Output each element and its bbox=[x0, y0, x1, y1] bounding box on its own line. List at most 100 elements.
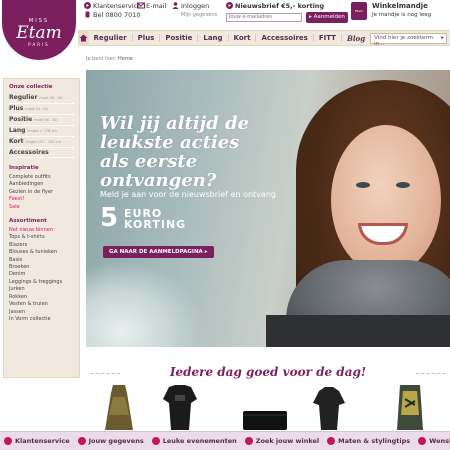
hero-subtitle: Meld je aan voor de nieuwsbrief en ontva… bbox=[100, 190, 276, 199]
sidebar-item-regulier[interactable]: Regulier maat 36 - 46 bbox=[9, 93, 74, 104]
footer-link-account[interactable]: Jouw gegevens bbox=[74, 437, 148, 445]
nav-item-positie[interactable]: Positie bbox=[160, 34, 199, 42]
sidebar-link-sale[interactable]: Sale bbox=[9, 204, 74, 211]
hero-korting: KORTING bbox=[124, 218, 187, 231]
customer-service[interactable]: Klantenservice Bel 0800 7010 bbox=[84, 2, 141, 20]
sidebar-item-size: maat 44 - 54 bbox=[25, 107, 48, 111]
sidebar-link-feest[interactable]: Feest! bbox=[9, 196, 74, 203]
footer-link-events[interactable]: Leuke evenementen bbox=[148, 437, 241, 445]
shopping-bag-icon[interactable]: Etam bbox=[351, 2, 367, 20]
sidebar-link[interactable]: Leggings & treggings bbox=[9, 279, 74, 286]
sidebar-link[interactable]: Rokken bbox=[9, 294, 74, 301]
breadcrumb-current[interactable]: Home bbox=[118, 56, 133, 62]
sidebar-item-label: Positie bbox=[9, 116, 33, 123]
footer-link-label: Zoek jouw winkel bbox=[255, 437, 320, 445]
arrow-icon bbox=[226, 2, 233, 9]
user-icon bbox=[172, 2, 179, 9]
newsletter-email-input[interactable] bbox=[226, 12, 302, 22]
search-placeholder: Vind hier je zoekterm in... bbox=[374, 34, 433, 47]
search-icon bbox=[244, 437, 253, 445]
hero-model-face bbox=[331, 125, 441, 275]
sidebar-item-accessoires[interactable]: Accessoires bbox=[9, 148, 74, 158]
hero-title: Wil jij altijd de leukste acties als eer… bbox=[100, 113, 250, 191]
sidebar-item-label: Accessoires bbox=[9, 149, 49, 156]
login-sub: Mijn gegevens bbox=[181, 12, 218, 18]
cart-label: Winkelmandje bbox=[372, 2, 428, 10]
sidebar-link[interactable]: Broeken bbox=[9, 264, 74, 271]
newsletter-signup: Nieuwsbrief €5,- korting ▸ Aanmelden bbox=[226, 2, 348, 23]
sidebar-link[interactable]: In Vorm collectie bbox=[9, 316, 74, 323]
phone-icon bbox=[84, 11, 91, 18]
inspiration-heading: Inspiratie bbox=[9, 165, 39, 171]
customer-service-label: Klantenservice bbox=[93, 2, 142, 10]
sidebar-link[interactable]: Jurken bbox=[9, 286, 74, 293]
search-arrow-icon[interactable]: ▸ bbox=[441, 35, 444, 41]
sidebar-item-kort[interactable]: Kort lengte 157 - 164 cm bbox=[9, 137, 74, 148]
sidebar-item-plus[interactable]: Plus maat 44 - 54 bbox=[9, 104, 74, 115]
footer-link-store-locator[interactable]: Zoek jouw winkel bbox=[241, 437, 323, 445]
footer-link-label: Wenslijst bbox=[429, 437, 450, 445]
footer-link-label: Leuke evenementen bbox=[162, 437, 237, 445]
sidebar-link[interactable]: Vesten & truien bbox=[9, 301, 74, 308]
sidebar-link[interactable]: Tops & t-shirts bbox=[9, 234, 74, 241]
sidebar: Onze collectie Regulier maat 36 - 46 Plus… bbox=[3, 78, 80, 378]
sidebar-item-size: maat 36 - 46 bbox=[39, 96, 62, 100]
hero-banner[interactable]: Wil jij altijd de leukste acties als eer… bbox=[86, 70, 450, 347]
newsletter-submit-label: Aanmelden bbox=[313, 14, 345, 20]
sidebar-item-lang[interactable]: Lang lengte > 178 cm bbox=[9, 126, 74, 137]
sidebar-item-size: lengte > 178 cm bbox=[27, 129, 57, 133]
nav-item-lang[interactable]: Lang bbox=[198, 34, 229, 42]
footer-bar: Klantenservice Jouw gegevens Leuke evene… bbox=[0, 431, 450, 450]
nav-item-regulier[interactable]: Regulier bbox=[89, 34, 133, 42]
home-icon[interactable] bbox=[78, 30, 89, 46]
arrow-icon: ▸ bbox=[204, 249, 208, 255]
sidebar-link[interactable]: Gezien in de flyer bbox=[9, 189, 74, 196]
hero-model-coat bbox=[266, 315, 450, 347]
sidebar-item-size: lengte 157 - 164 cm bbox=[25, 140, 62, 144]
product-black-blouse[interactable] bbox=[313, 385, 345, 430]
nav-item-plus[interactable]: Plus bbox=[133, 34, 161, 42]
breadcrumb-prefix: Je bent hier: bbox=[86, 56, 117, 62]
footer-link-label: Maten & stylingtips bbox=[338, 437, 411, 445]
sidebar-link[interactable]: Blouses & tunieken bbox=[9, 249, 74, 256]
login-link[interactable]: Inloggen Mijn gegevens bbox=[172, 2, 217, 20]
sidebar-link[interactable]: Jassen bbox=[9, 309, 74, 316]
cart-status: Je mandje is nog leeg bbox=[372, 12, 432, 18]
cta-label: GA NAAR DE AANMELDPAGINA bbox=[109, 249, 203, 255]
hero-discount-amount: 5 bbox=[100, 203, 119, 233]
footer-link-sizes[interactable]: Maten & stylingtips bbox=[323, 437, 414, 445]
sidebar-link[interactable]: Aanbiedingen bbox=[9, 181, 74, 188]
nav-item-accessoires[interactable]: Accessoires bbox=[256, 34, 314, 42]
sidebar-item-label: Regulier bbox=[9, 94, 38, 101]
sidebar-link[interactable]: Blazers bbox=[9, 242, 74, 249]
footer-link-wishlist[interactable]: Wenslijst bbox=[414, 437, 450, 445]
newsletter-submit-button[interactable]: ▸ Aanmelden bbox=[306, 12, 348, 23]
signup-cta-button[interactable]: GA NAAR DE AANMELDPAGINA ▸ bbox=[103, 246, 214, 258]
hero-model-eye bbox=[356, 182, 370, 188]
product-dress-print[interactable] bbox=[103, 385, 135, 430]
phone-number: Bel 0800 7010 bbox=[93, 11, 141, 19]
sidebar-item-positie[interactable]: Positie maat 36 - 48 bbox=[9, 115, 74, 126]
hero-discount-text: EURO KORTING bbox=[124, 208, 186, 230]
footer-link-customer-service[interactable]: Klantenservice bbox=[0, 437, 74, 445]
sidebar-link[interactable]: Complete outfits bbox=[9, 174, 74, 181]
nav-item-blog[interactable]: Blog bbox=[342, 34, 370, 43]
sidebar-link[interactable]: Denim bbox=[9, 271, 74, 278]
email-link[interactable]: E-mail bbox=[137, 2, 166, 11]
cart-link[interactable]: Winkelmandje Je mandje is nog leeg bbox=[372, 2, 431, 20]
nav-item-kort[interactable]: Kort bbox=[229, 34, 257, 42]
footer-link-label: Klantenservice bbox=[15, 437, 70, 445]
sidebar-link[interactable]: Basis bbox=[9, 257, 74, 264]
nav-item-fitt[interactable]: FITT bbox=[314, 34, 342, 42]
product-printed-top[interactable] bbox=[395, 385, 425, 430]
search-input[interactable]: Vind hier je zoekterm in... ▸ bbox=[370, 32, 447, 47]
logo-brand: Etam bbox=[16, 22, 62, 43]
user-icon bbox=[77, 437, 86, 445]
sidebar-item-size: maat 36 - 48 bbox=[34, 118, 57, 122]
sidebar-link-new[interactable]: Net nieuw binnen bbox=[9, 227, 74, 234]
product-black-top[interactable] bbox=[163, 385, 197, 430]
product-black-clutch[interactable] bbox=[243, 385, 287, 430]
etam-logo[interactable]: MISS Etam PARIS bbox=[2, 0, 76, 60]
